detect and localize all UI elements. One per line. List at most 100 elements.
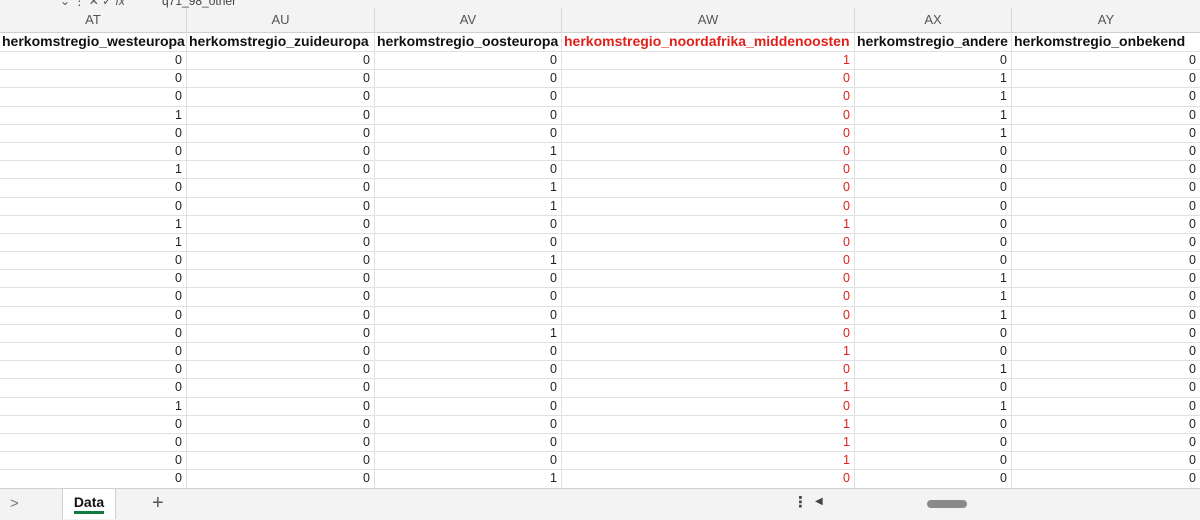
table-cell[interactable]: 0 [855,252,1012,270]
table-cell[interactable]: 0 [187,433,375,452]
table-cell[interactable]: 0 [0,361,187,379]
table-cell[interactable]: 1 [562,215,855,233]
table-cell[interactable]: 0 [855,142,1012,161]
table-cell[interactable]: 0 [1012,398,1200,415]
table-cell[interactable]: 0 [187,379,375,397]
table-cell[interactable]: 0 [187,270,375,288]
header-cell[interactable]: herkomstregio_oosteuropa [375,32,562,51]
table-cell[interactable]: 0 [187,288,375,306]
table-cell[interactable]: 0 [375,397,562,415]
table-cell[interactable]: 0 [1012,434,1200,451]
table-cell[interactable]: 0 [187,397,375,415]
table-cell[interactable]: 0 [855,343,1012,361]
table-cell[interactable]: 0 [855,433,1012,452]
table-cell[interactable]: 0 [187,106,375,124]
table-cell[interactable]: 0 [0,88,187,106]
table-cell[interactable]: 0 [1012,325,1200,342]
table-cell[interactable]: 0 [855,452,1012,470]
table-cell[interactable]: 0 [187,124,375,142]
column-header-av[interactable]: AV [375,8,562,32]
table-cell[interactable]: 0 [187,161,375,179]
table-cell[interactable]: 0 [1012,179,1200,196]
table-cell[interactable]: 0 [562,197,855,215]
table-cell[interactable]: 0 [562,106,855,124]
table-cell[interactable]: 0 [1012,252,1200,269]
table-cell[interactable]: 0 [0,142,187,161]
header-cell[interactable]: herkomstregio_zuideuropa [187,32,375,51]
table-cell[interactable]: 0 [187,252,375,270]
table-cell[interactable]: 0 [375,452,562,470]
table-cell[interactable]: 0 [1012,52,1200,69]
table-cell[interactable]: 1 [855,124,1012,142]
header-cell-highlighted[interactable]: herkomstregio_noordafrika_middenoosten [562,32,855,51]
table-cell[interactable]: 0 [375,270,562,288]
table-cell[interactable]: 1 [375,324,562,342]
table-cell[interactable]: 0 [187,306,375,324]
table-cell[interactable]: 0 [562,306,855,324]
table-cell[interactable]: 0 [855,233,1012,252]
sheet-tab-data[interactable]: Data [62,489,116,519]
chevron-right-icon[interactable]: > [10,495,19,512]
table-cell[interactable]: 1 [375,179,562,197]
table-cell[interactable]: 0 [0,197,187,215]
header-cell[interactable]: herkomstregio_andere [855,32,1012,51]
table-cell[interactable]: 0 [1012,125,1200,142]
column-header-at[interactable]: AT [0,8,187,32]
table-cell[interactable]: 0 [375,124,562,142]
table-cell[interactable]: 0 [0,470,187,488]
column-header-aw[interactable]: AW [562,8,855,32]
table-cell[interactable]: 0 [0,252,187,270]
table-cell[interactable]: 0 [1012,470,1200,487]
table-cell[interactable]: 0 [855,52,1012,70]
table-cell[interactable]: 0 [187,361,375,379]
table-cell[interactable]: 0 [562,88,855,106]
table-cell[interactable]: 0 [855,215,1012,233]
table-cell[interactable]: 0 [187,215,375,233]
table-cell[interactable]: 0 [187,52,375,70]
table-cell[interactable]: 1 [0,161,187,179]
table-cell[interactable]: 0 [0,433,187,452]
table-cell[interactable]: 0 [1012,88,1200,105]
table-cell[interactable]: 0 [562,470,855,488]
table-cell[interactable]: 0 [855,470,1012,488]
scrollbar-thumb[interactable] [927,500,967,508]
table-cell[interactable]: 0 [375,233,562,252]
table-cell[interactable]: 1 [375,142,562,161]
header-cell[interactable]: herkomstregio_westeuropa [0,32,187,51]
table-cell[interactable]: 1 [375,470,562,488]
table-cell[interactable]: 0 [562,397,855,415]
table-cell[interactable]: 0 [0,379,187,397]
table-cell[interactable]: 0 [375,433,562,452]
table-cell[interactable]: 1 [562,452,855,470]
table-cell[interactable]: 1 [0,397,187,415]
table-cell[interactable]: 1 [375,197,562,215]
table-cell[interactable]: 1 [855,288,1012,306]
table-cell[interactable]: 0 [1012,361,1200,378]
table-cell[interactable]: 0 [562,142,855,161]
table-cell[interactable]: 0 [375,343,562,361]
table-cell[interactable]: 0 [0,179,187,197]
table-cell[interactable]: 0 [187,197,375,215]
table-cell[interactable]: 0 [562,361,855,379]
table-cell[interactable]: 1 [562,379,855,397]
table-cell[interactable]: 0 [1012,288,1200,305]
formula-tools[interactable]: ⌄ ⋮ ✕ ✓ fx [60,0,125,8]
table-cell[interactable]: 0 [0,343,187,361]
table-cell[interactable]: 0 [562,124,855,142]
table-cell[interactable]: 0 [375,379,562,397]
table-cell[interactable]: 0 [1012,307,1200,324]
table-cell[interactable]: 1 [0,233,187,252]
add-sheet-icon[interactable]: + [152,492,164,515]
scroll-left-icon[interactable]: ◀ [815,496,823,507]
table-cell[interactable]: 0 [375,306,562,324]
table-cell[interactable]: 1 [855,70,1012,88]
table-cell[interactable]: 0 [375,215,562,233]
more-options-icon[interactable]: ⋮ [793,493,808,511]
table-cell[interactable]: 0 [855,179,1012,197]
table-cell[interactable]: 0 [0,452,187,470]
table-cell[interactable]: 0 [0,124,187,142]
table-cell[interactable]: 0 [187,142,375,161]
column-header-au[interactable]: AU [187,8,375,32]
formula-input[interactable]: q71_98_other [162,0,236,8]
table-cell[interactable]: 0 [562,70,855,88]
